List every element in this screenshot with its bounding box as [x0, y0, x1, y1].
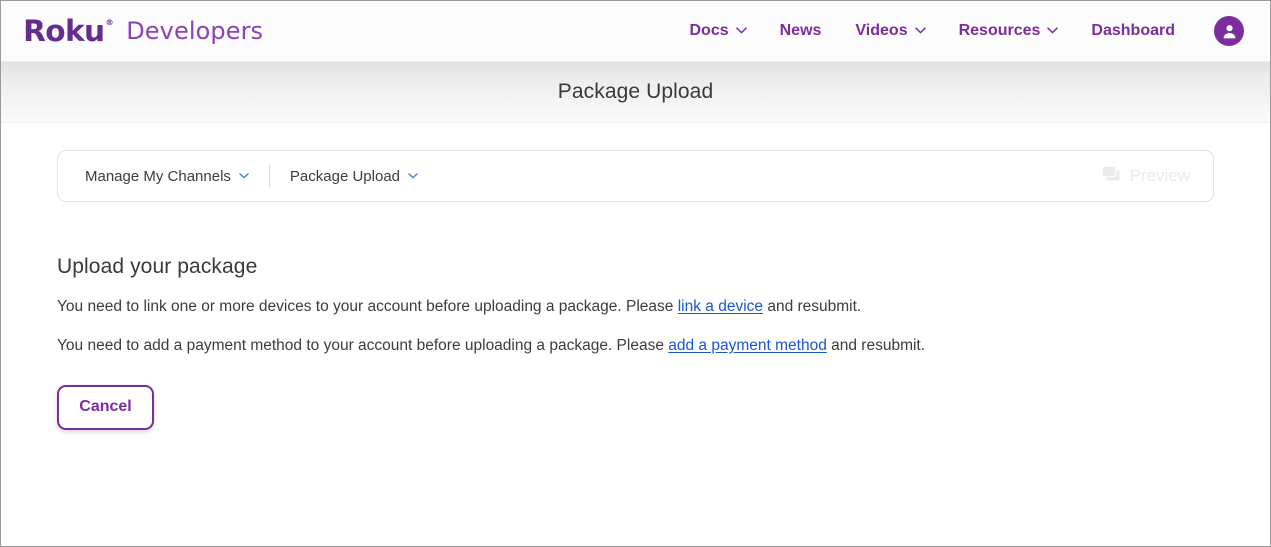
roku-trademark-symbol: ® — [105, 17, 114, 27]
roku-logo-text: Roku — [23, 13, 105, 48]
chevron-down-icon — [1047, 27, 1059, 37]
nav-item-news[interactable]: News — [763, 22, 839, 40]
breadcrumb: Manage My Channels Package Upload Previe… — [57, 150, 1214, 202]
nav-item-label: Dashboard — [1091, 22, 1175, 39]
browser-viewport: Roku ® Developers Docs News Videos Resour — [0, 0, 1271, 547]
cancel-button[interactable]: Cancel — [57, 384, 154, 430]
breadcrumb-item-manage-my-channels[interactable]: Manage My Channels — [85, 168, 249, 185]
link-a-device-link[interactable]: link a device — [678, 298, 763, 315]
chevron-down-icon — [408, 173, 418, 179]
avatar-person-glyph — [1223, 24, 1235, 38]
nav-item-dashboard[interactable]: Dashboard — [1074, 22, 1192, 40]
roku-wordmark-logo: Roku ® — [23, 13, 114, 48]
site-header: Roku ® Developers Docs News Videos Resour — [1, 1, 1270, 62]
chevron-down-icon — [735, 27, 747, 37]
nav-item-label: Resources — [958, 22, 1041, 39]
nav-item-videos[interactable]: Videos — [838, 22, 941, 40]
breadcrumb-separator — [268, 165, 270, 187]
breadcrumb-item-label: Manage My Channels — [85, 167, 231, 185]
nav-item-label: Videos — [855, 22, 908, 39]
page-title-bar: Package Upload — [1, 62, 1270, 123]
section-title: Upload your package — [57, 255, 258, 278]
error-message-device-text-after: and resubmit. — [763, 298, 862, 315]
nav-item-resources[interactable]: Resources — [942, 22, 1075, 40]
nav-item-label: Docs — [689, 22, 729, 39]
screens-preview-icon — [1101, 165, 1121, 187]
error-message-device-text-before: You need to link one or more devices to … — [57, 298, 678, 315]
add-a-payment-method-link[interactable]: add a payment method — [668, 337, 827, 354]
chevron-down-icon — [914, 27, 926, 37]
chevron-down-icon — [239, 173, 249, 179]
user-account-icon[interactable] — [1214, 16, 1244, 46]
upload-section: Upload your package You need to link one… — [29, 255, 1242, 430]
brand-logo[interactable]: Roku ® Developers — [23, 13, 264, 48]
page-content: Manage My Channels Package Upload Previe… — [1, 150, 1270, 546]
preview-button-label: Preview — [1129, 166, 1190, 185]
breadcrumb-item-label: Package Upload — [289, 167, 400, 185]
main-navigation: Docs News Videos Resources Dashboard — [673, 16, 1271, 46]
error-message-payment: You need to add a payment method to your… — [57, 336, 1214, 357]
developers-label: Developers — [126, 17, 264, 45]
error-message-payment-text-before: You need to add a payment method to your… — [57, 336, 669, 354]
breadcrumb-item-package-upload[interactable]: Package Upload — [290, 168, 418, 185]
page-title: Package Upload — [557, 80, 714, 103]
preview-button[interactable]: Preview — [1101, 165, 1196, 187]
nav-item-docs[interactable]: Docs — [673, 22, 763, 40]
error-message-device: You need to link one or more devices to … — [57, 297, 1214, 318]
nav-item-label: News — [779, 22, 822, 39]
error-message-payment-text-after: and resubmit. — [826, 336, 926, 354]
